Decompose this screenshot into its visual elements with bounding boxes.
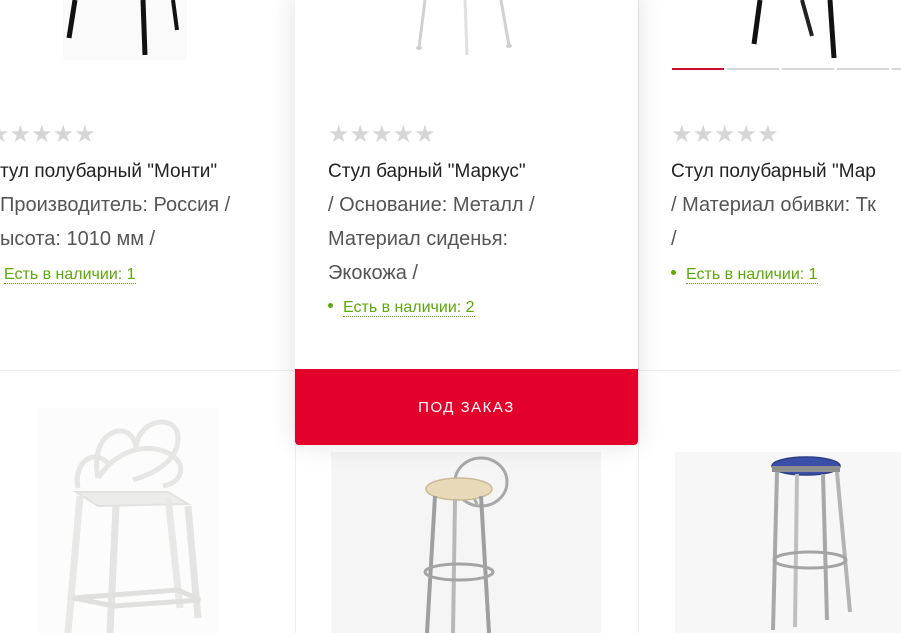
rating-stars[interactable]: ★★★★★ xyxy=(328,122,436,146)
slider-dot[interactable] xyxy=(782,68,834,70)
product-image-mar[interactable] xyxy=(738,0,901,64)
product-description: / Основание: Металл / xyxy=(328,194,535,216)
slider-dot[interactable] xyxy=(892,68,901,70)
stock-status[interactable]: Есть в наличии: 2 xyxy=(328,298,475,318)
stock-dot-icon xyxy=(328,303,333,309)
product-description: Производитель: Россия / xyxy=(0,194,231,216)
product-image-markus[interactable] xyxy=(405,0,525,62)
product-description-line2: / xyxy=(671,228,677,250)
slider-dot-active[interactable] xyxy=(672,68,724,70)
product-title[interactable]: тул полубарный "Монти" xyxy=(0,160,217,184)
product-image-masters-stool[interactable] xyxy=(38,408,218,633)
product-title[interactable]: Стул барный "Маркус" xyxy=(328,160,526,184)
product-description-line3: Экокожа / xyxy=(328,262,418,284)
stock-status[interactable]: Есть в наличии: 1 xyxy=(0,265,136,285)
product-image-monti[interactable] xyxy=(55,0,195,66)
product-title[interactable]: Стул полубарный "Мар xyxy=(671,160,876,184)
product-description-line2: Материал сиденья: xyxy=(328,228,509,250)
order-button[interactable]: ПОД ЗАКАЗ xyxy=(295,369,638,445)
slider-dot[interactable] xyxy=(727,68,779,70)
product-card-monti[interactable]: ★★★★★ тул полубарный "Монти" Производите… xyxy=(0,0,295,370)
rating-stars[interactable]: ★★★★★ xyxy=(671,122,779,146)
product-card-mar[interactable]: ★★★★★ Стул полубарный "Мар / Материал об… xyxy=(638,0,901,370)
product-description-line2: ысота: 1010 мм / xyxy=(0,228,156,250)
stock-status-text: Есть в наличии: 1 xyxy=(4,266,136,284)
stock-dot-icon xyxy=(671,270,676,276)
product-image-bar-stool-beige[interactable] xyxy=(331,452,601,633)
stock-status-text: Есть в наличии: 1 xyxy=(686,266,818,284)
stock-status-text: Есть в наличии: 2 xyxy=(343,299,475,317)
slider-dot[interactable] xyxy=(837,68,889,70)
stock-status[interactable]: Есть в наличии: 1 xyxy=(671,265,818,285)
product-description: / Материал обивки: Тк xyxy=(671,194,876,216)
product-image-bar-stool-blue[interactable] xyxy=(675,452,901,633)
rating-stars[interactable]: ★★★★★ xyxy=(0,122,96,146)
